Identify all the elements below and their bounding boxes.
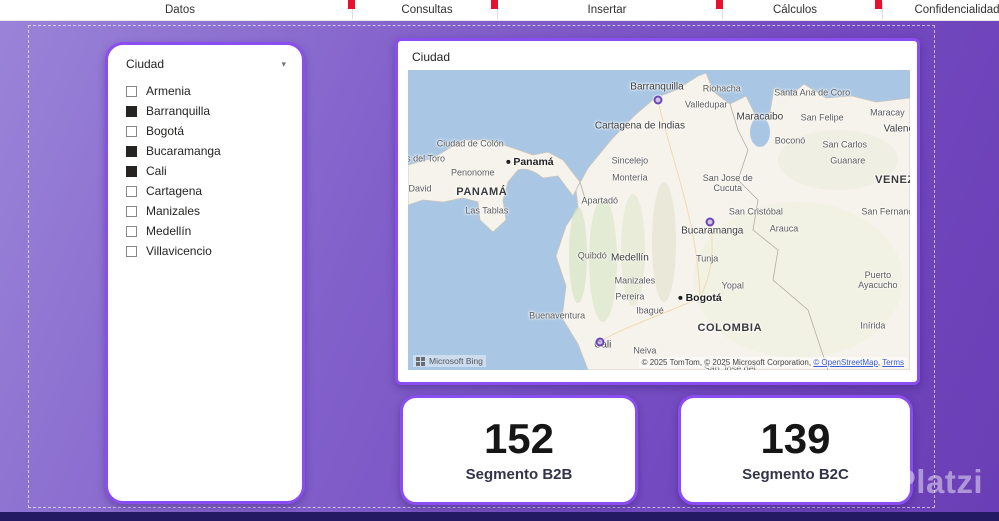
checkbox-unchecked[interactable] bbox=[126, 85, 137, 97]
kpi-label-b2b: Segmento B2B bbox=[465, 465, 573, 483]
map-marker-bucaramanga[interactable] bbox=[705, 217, 715, 227]
slicer-item-manizales[interactable]: Manizales bbox=[126, 201, 288, 221]
ribbon-bar: Datos Consultas Insertar Cálculos Confidenci… bbox=[0, 0, 999, 21]
kpi-label-b2c: Segmento B2C bbox=[742, 465, 849, 483]
red-tick-icon bbox=[875, 0, 882, 9]
bottom-status-bar bbox=[0, 512, 999, 521]
slicer-item-label: Villavicencio bbox=[146, 244, 212, 258]
bing-logo-label: Microsoft Bing bbox=[429, 356, 483, 366]
slicer-item-label: Armenia bbox=[146, 84, 191, 98]
slicer-header[interactable]: Ciudad ▾ bbox=[108, 45, 302, 73]
slicer-item-cartagena[interactable]: Cartagena bbox=[126, 181, 288, 201]
slicer-item-label: Cartagena bbox=[146, 184, 203, 198]
kpi-value-b2c: 139 bbox=[760, 414, 831, 462]
checkbox-unchecked[interactable] bbox=[126, 185, 137, 197]
slicer-item-label: Medellín bbox=[146, 224, 192, 238]
map-attribution: © 2025 TomTom, © 2025 Microsoft Corporat… bbox=[638, 357, 907, 368]
kpi-card-segmento-b2c: 139 Segmento B2C bbox=[678, 395, 913, 505]
map-marker-barranquilla[interactable] bbox=[653, 95, 663, 105]
slicer-item-bogota[interactable]: Bogotá bbox=[126, 121, 288, 141]
slicer-item-label: Bogotá bbox=[146, 124, 185, 138]
map-land-svg bbox=[408, 70, 910, 370]
terms-link[interactable]: Terms bbox=[882, 358, 904, 367]
ribbon-tab-consultas[interactable]: Consultas bbox=[401, 4, 452, 16]
attribution-text: © 2025 TomTom, © 2025 Microsoft Corporat… bbox=[641, 358, 814, 367]
slicer-item-bucaramanga[interactable]: Bucaramanga bbox=[126, 141, 288, 161]
ribbon-tab-datos[interactable]: Datos bbox=[165, 4, 195, 16]
map-visual: Ciudad Barranquilla Riohacha Santa Ana d… bbox=[395, 38, 920, 385]
slicer-title: Ciudad bbox=[126, 57, 165, 71]
checkbox-unchecked[interactable] bbox=[126, 205, 137, 217]
bing-map[interactable]: Barranquilla Riohacha Santa Ana de Coro Val… bbox=[408, 70, 910, 370]
checkbox-checked[interactable] bbox=[126, 145, 137, 157]
map-marker-cali[interactable] bbox=[595, 337, 605, 347]
checkbox-checked[interactable] bbox=[126, 165, 137, 177]
openstreetmap-link[interactable]: © OpenStreetMap bbox=[813, 358, 878, 367]
bing-logo: Microsoft Bing bbox=[413, 355, 486, 367]
slicer-item-barranquilla[interactable]: Barranquilla bbox=[126, 101, 288, 121]
slicer-item-label: Barranquilla bbox=[146, 104, 211, 118]
checkbox-unchecked[interactable] bbox=[126, 125, 137, 137]
ribbon-separator bbox=[882, 2, 883, 19]
kpi-value-b2b: 152 bbox=[483, 414, 555, 462]
checkbox-unchecked[interactable] bbox=[126, 245, 137, 257]
slicer-item-villavicencio[interactable]: Villavicencio bbox=[126, 241, 288, 261]
slicer-item-label: Cali bbox=[146, 164, 167, 178]
microsoft-logo-icon bbox=[416, 356, 425, 366]
ribbon-tab-insertar[interactable]: Insertar bbox=[588, 4, 627, 16]
slicer-item-cali[interactable]: Cali bbox=[126, 161, 288, 181]
kpi-card-segmento-b2b: 152 Segmento B2B bbox=[400, 395, 638, 505]
city-slicer: Ciudad ▾ Armenia Barranquilla Bogotá Bucara… bbox=[105, 42, 305, 504]
map-visual-title: Ciudad bbox=[412, 50, 451, 64]
red-tick-icon bbox=[491, 0, 498, 9]
slicer-item-label: Manizales bbox=[146, 204, 201, 218]
checkbox-checked[interactable] bbox=[126, 105, 137, 117]
slicer-item-medellin[interactable]: Medellín bbox=[126, 221, 288, 241]
red-tick-icon bbox=[716, 0, 723, 9]
chevron-down-icon[interactable]: ▾ bbox=[281, 59, 286, 70]
red-tick-icon bbox=[348, 0, 355, 9]
slicer-item-label: Bucaramanga bbox=[146, 144, 221, 158]
slicer-list: Armenia Barranquilla Bogotá Bucaramanga Cali… bbox=[108, 73, 302, 261]
checkbox-unchecked[interactable] bbox=[126, 225, 137, 237]
slicer-item-armenia[interactable]: Armenia bbox=[126, 81, 288, 101]
ribbon-tab-confidencialidad[interactable]: Confidencialidad bbox=[914, 4, 999, 16]
ribbon-tab-calculos[interactable]: Cálculos bbox=[773, 4, 817, 16]
